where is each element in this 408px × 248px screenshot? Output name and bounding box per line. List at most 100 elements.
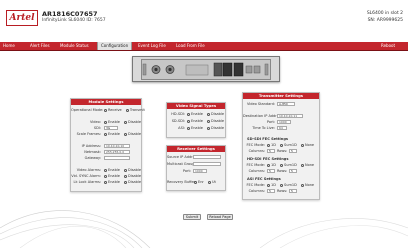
slot-info: SL6400 in slot 2 xyxy=(366,11,403,16)
sd-fec-mode-label: FEC Mode: xyxy=(246,143,266,147)
asi-disable-label: Disable xyxy=(211,126,225,130)
scale-frames-label: Scale Frames: xyxy=(76,132,101,136)
hd-fec-1d-radio[interactable] xyxy=(267,163,270,167)
video-alarms-disable-radio[interactable] xyxy=(124,168,128,172)
hd-fec-1d-label: 1D xyxy=(271,163,276,167)
transmitter-settings-title: Transmitter Settings xyxy=(243,93,319,99)
video-alarms-enable-label: Enable xyxy=(108,168,120,172)
hd-fec-columns-select[interactable]: 5 xyxy=(267,169,275,173)
sdi-select[interactable]: 3G xyxy=(104,126,118,130)
sd-fec-sum1d-radio[interactable] xyxy=(280,143,284,147)
sd-fec-1d-radio[interactable] xyxy=(267,143,270,147)
tab-event-log-file[interactable]: Event Log File xyxy=(138,42,166,50)
header: Artel AR1816C07657 InfinityLink SL6040 I… xyxy=(0,0,408,42)
source-ip-input[interactable] xyxy=(193,155,221,159)
hd-sdi-enable-radio[interactable] xyxy=(187,112,190,116)
recovery-ut-label: Ut xyxy=(212,180,216,184)
asi-fec-title: ASI FEC Settings xyxy=(247,177,281,181)
recovery-buffer-label: Recovery Buffer: xyxy=(167,180,197,184)
sd-sdi-enable-radio[interactable] xyxy=(187,119,190,123)
sd-fec-sum1d-label: Sum1D xyxy=(284,143,297,147)
video-alarms-label: Video Alarms: xyxy=(76,168,101,172)
tab-module-status[interactable]: Module Status xyxy=(60,42,89,50)
mode-receive-label: Receive xyxy=(108,108,122,112)
sd-fec-columns-label: Columns: xyxy=(248,149,265,153)
sd-fec-rows-label: Rows: xyxy=(277,149,288,153)
hd-fec-rows-select[interactable]: 5 xyxy=(289,169,297,173)
operational-mode-label: Operational Mode: xyxy=(71,108,104,112)
vid-sync-disable-label: Disable xyxy=(128,174,142,178)
lock-alarms-label: Lk Lock Alarms: xyxy=(73,180,101,184)
hd-fec-none-radio[interactable] xyxy=(300,163,304,167)
video-enable-radio[interactable] xyxy=(104,120,107,124)
mode-transmit-radio[interactable] xyxy=(125,108,129,112)
asi-fec-sum1d-label: Sum1D xyxy=(284,183,297,187)
asi-fec-1d-radio[interactable] xyxy=(267,183,270,187)
source-ip-label: Source IP Addr: xyxy=(167,155,194,159)
video-enable-label: Enable xyxy=(108,120,120,124)
scale-frames-enable-label: Enable xyxy=(108,132,120,136)
sd-fec-none-label: None xyxy=(304,143,315,147)
recovery-enr-label: Enr xyxy=(198,180,204,184)
video-standard-select[interactable]: A-850 xyxy=(277,102,295,106)
hd-sdi-fec-title: HD-SDI FEC Settings xyxy=(247,157,289,161)
vid-sync-enable-radio[interactable] xyxy=(104,174,107,178)
time-to-live-label: Time To Live: xyxy=(252,126,275,130)
sd-sdi-label: SD-SDI: xyxy=(171,119,185,123)
sd-sdi-fec-title: SD-SDI FEC Settings xyxy=(247,137,289,141)
video-disable-radio[interactable] xyxy=(124,120,128,124)
asi-fec-mode-label: FEC Mode: xyxy=(246,183,266,187)
scale-frames-enable-radio[interactable] xyxy=(104,132,107,136)
video-alarms-enable-radio[interactable] xyxy=(104,168,107,172)
asi-enable-radio[interactable] xyxy=(187,126,190,130)
hd-sdi-disable-radio[interactable] xyxy=(207,112,211,116)
destination-ip-input[interactable]: 10.10.10.11 xyxy=(277,114,303,118)
device-name: AR1816C07657 xyxy=(42,10,98,18)
lock-alarms-enable-label: Enable xyxy=(108,180,120,184)
device-subtitle: InfinityLink SL6040 ID: 7657 xyxy=(42,18,106,23)
sd-sdi-disable-radio[interactable] xyxy=(207,119,211,123)
asi-disable-radio[interactable] xyxy=(207,126,211,130)
module-card-image xyxy=(132,56,280,82)
sd-fec-rows-select[interactable]: 5 xyxy=(289,149,297,153)
receiver-port-input[interactable]: 1000 xyxy=(193,169,207,173)
hd-fec-sum1d-label: Sum1D xyxy=(284,163,297,167)
asi-fec-sum1d-radio[interactable] xyxy=(280,183,284,187)
tab-load-from-file[interactable]: Load From File xyxy=(176,42,205,50)
ip-address-input[interactable]: 10.10.10.10 xyxy=(104,144,130,148)
asi-label: ASI: xyxy=(178,126,185,130)
tab-home[interactable]: Home xyxy=(3,42,15,50)
module-settings-title: Module Settings xyxy=(71,99,141,105)
asi-enable-label: Enable xyxy=(191,126,203,130)
mode-receive-radio[interactable] xyxy=(104,108,107,112)
vid-sync-alarm-label: Vid. SYNC Alarm: xyxy=(71,174,101,178)
hd-sdi-disable-label: Disable xyxy=(211,112,225,116)
asi-fec-1d-label: 1D xyxy=(271,183,276,187)
sd-fec-columns-select[interactable]: 5 xyxy=(267,149,275,153)
recovery-enr-radio[interactable] xyxy=(194,180,197,184)
mode-transmit-label: Transmit xyxy=(129,108,145,112)
netmask-input[interactable]: 255.255.0.0 xyxy=(104,150,130,154)
hd-fec-sum1d-radio[interactable] xyxy=(280,163,284,167)
lock-alarms-enable-radio[interactable] xyxy=(104,180,107,184)
card-connectors-icon xyxy=(142,62,269,77)
vid-sync-disable-radio[interactable] xyxy=(124,174,128,178)
transmitter-port-input[interactable]: 1000 xyxy=(277,120,291,124)
sd-fec-none-radio[interactable] xyxy=(300,143,304,147)
tab-alert-files[interactable]: Alert Files xyxy=(30,42,50,50)
reboot-link[interactable]: Reboot xyxy=(381,42,395,50)
netmask-label: Netmask: xyxy=(84,150,101,154)
asi-fec-none-radio[interactable] xyxy=(300,183,304,187)
lock-alarms-disable-radio[interactable] xyxy=(124,180,128,184)
gateway-input[interactable] xyxy=(104,156,130,160)
scale-frames-disable-radio[interactable] xyxy=(124,132,128,136)
time-to-live-input[interactable]: 64 xyxy=(277,126,287,130)
video-signal-types-title: Video Signal Types xyxy=(167,103,225,109)
tab-configuration[interactable]: Configuration xyxy=(97,42,133,50)
ip-address-label: IP Address: xyxy=(81,144,101,148)
multicast-group-input[interactable] xyxy=(193,162,221,166)
vid-sync-enable-label: Enable xyxy=(108,174,120,178)
transmitter-port-label: Port: xyxy=(266,120,275,124)
recovery-ut-radio[interactable] xyxy=(208,180,211,184)
card-faceplate xyxy=(141,59,271,80)
